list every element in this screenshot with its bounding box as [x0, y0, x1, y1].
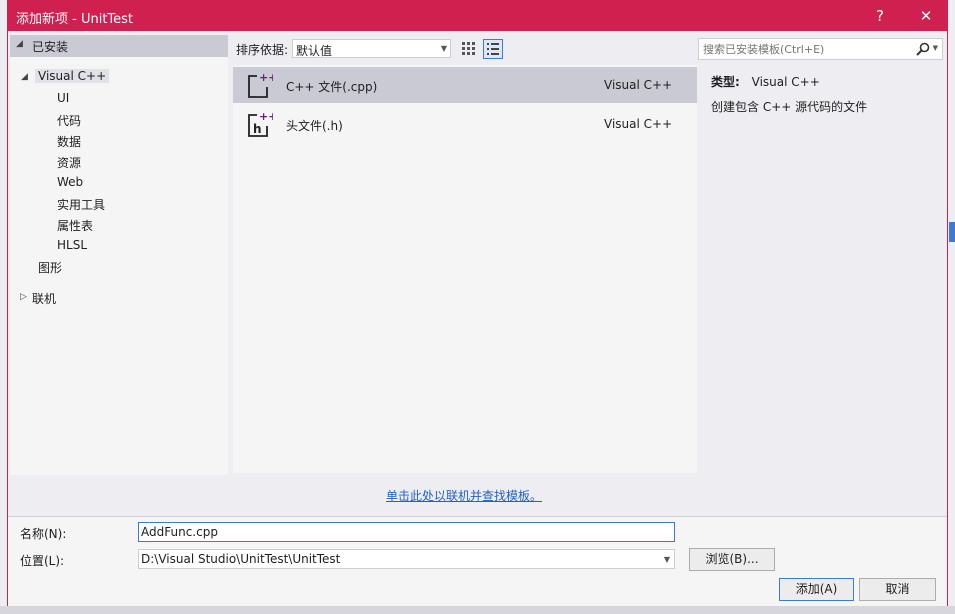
list-view-button[interactable]: [483, 39, 503, 59]
close-button[interactable]: ✕: [912, 5, 940, 27]
type-row: 类型: Visual C++: [711, 73, 820, 90]
name-input[interactable]: [141, 524, 669, 540]
sort-value: 默认值: [296, 44, 333, 58]
tree-node-label: UI: [57, 91, 70, 105]
search-input[interactable]: [703, 41, 908, 57]
template-list: ++ C++ 文件(.cpp) Visual C++ ++ h 头文件(.h) …: [233, 65, 697, 473]
tree-node-label: 数据: [57, 135, 82, 149]
background-scrollbar: [949, 222, 955, 242]
tree-node-label: 实用工具: [57, 198, 106, 212]
location-label: 位置(L):: [20, 554, 65, 568]
tree-node-utilities[interactable]: 实用工具: [57, 196, 105, 213]
template-language: Visual C++: [604, 78, 673, 92]
background-ide-bottom: [0, 606, 955, 614]
cpp-file-icon: ++: [248, 71, 273, 98]
tree-node-label: Visual C++: [38, 69, 107, 83]
tree-node-code[interactable]: 代码: [57, 112, 81, 129]
grid-view-button[interactable]: [459, 39, 479, 59]
tree-node-label: 资源: [57, 156, 82, 170]
tree-node-label: 图形: [38, 261, 63, 275]
tree-node-data[interactable]: 数据: [57, 133, 81, 150]
template-name: C++ 文件(.cpp): [286, 80, 378, 94]
tree-node-label: HLSL: [57, 238, 88, 252]
chevron-down-icon[interactable]: ▼: [664, 555, 670, 564]
tree-node-installed[interactable]: ◢ 已安装: [10, 35, 228, 57]
expanded-triangle-icon[interactable]: ◢: [16, 39, 23, 49]
search-icon[interactable]: [915, 41, 931, 57]
collapsed-triangle-icon[interactable]: ▷: [20, 292, 27, 302]
template-details: 类型: Visual C++ 创建包含 C++ 源代码的文件: [701, 65, 941, 473]
title-bar: 添加新项 - UnitTest ? ✕: [8, 1, 947, 31]
name-label: 名称(N):: [20, 527, 67, 541]
template-search[interactable]: ▼: [698, 38, 943, 60]
template-description: 创建包含 C++ 源代码的文件: [711, 100, 868, 114]
type-label: 类型:: [711, 75, 740, 89]
tree-node-graphics[interactable]: 图形: [38, 259, 62, 276]
tree-node-ui[interactable]: UI: [57, 91, 69, 105]
chevron-down-icon: ▼: [440, 44, 447, 53]
header-file-icon: ++ h: [248, 110, 273, 137]
sort-label: 排序依据:: [236, 43, 289, 57]
tree-node-hlsl[interactable]: HLSL: [57, 238, 87, 252]
template-name: 头文件(.h): [286, 119, 343, 133]
item-form: 名称(N): 位置(L): D:\Visual Studio\UnitTest\…: [8, 516, 947, 606]
tree-node-visual-cpp[interactable]: ◢ Visual C++: [21, 69, 110, 83]
tree-node-label: 联机: [32, 292, 57, 306]
browse-button[interactable]: 浏览(B)...: [689, 548, 775, 571]
grid-view-icon: [462, 42, 475, 55]
background-ide-right: [947, 0, 955, 614]
tree-node-web[interactable]: Web: [57, 175, 83, 189]
category-tree: ◢ 已安装 ◢ Visual C++ UI 代码 数据 资源 Web 实用工具 …: [10, 35, 228, 475]
tree-node-label: Web: [57, 175, 84, 189]
tree-node-resources[interactable]: 资源: [57, 154, 81, 171]
chevron-down-icon[interactable]: ▼: [933, 44, 938, 52]
tree-node-online[interactable]: ▷ 联机: [20, 290, 57, 307]
template-item-header[interactable]: ++ h 头文件(.h) Visual C++: [233, 106, 697, 142]
add-button[interactable]: 添加(A): [779, 578, 854, 601]
location-value: D:\Visual Studio\UnitTest\UnitTest: [141, 552, 341, 566]
add-new-item-dialog: 添加新项 - UnitTest ? ✕ ◢ 已安装 ◢ Visual C++ U…: [7, 0, 948, 606]
svg-text:++: ++: [259, 71, 273, 84]
sort-dropdown[interactable]: 默认值 ▼: [292, 39, 451, 58]
expanded-triangle-icon[interactable]: ◢: [21, 72, 28, 82]
help-button[interactable]: ?: [866, 5, 894, 27]
dialog-title: 添加新项 - UnitTest: [16, 12, 134, 27]
svg-text:h: h: [253, 122, 262, 136]
location-dropdown[interactable]: D:\Visual Studio\UnitTest\UnitTest ▼: [138, 549, 675, 569]
tree-node-property-sheets[interactable]: 属性表: [57, 217, 93, 234]
list-view-icon: [487, 43, 499, 55]
template-language: Visual C++: [604, 117, 673, 131]
template-item-cpp[interactable]: ++ C++ 文件(.cpp) Visual C++: [233, 67, 697, 103]
tree-node-label: 已安装: [32, 40, 69, 54]
online-templates-link[interactable]: 单击此处以联机并查找模板。: [386, 487, 542, 504]
tree-node-label: 代码: [57, 114, 82, 128]
cancel-button[interactable]: 取消: [859, 578, 936, 601]
name-field[interactable]: [138, 522, 675, 542]
type-value: Visual C++: [751, 75, 820, 89]
tree-node-label: 属性表: [57, 219, 94, 233]
